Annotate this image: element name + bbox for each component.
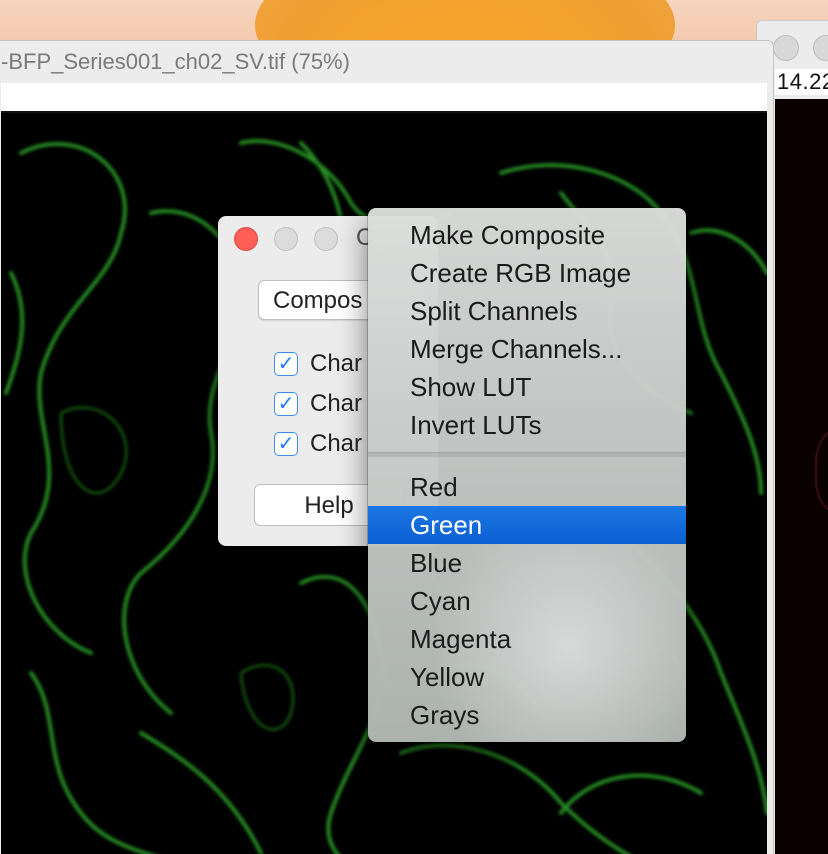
- menu-separator: [368, 452, 686, 457]
- menu-item-lut-red[interactable]: Red: [368, 468, 686, 506]
- window-close-icon[interactable]: [773, 35, 799, 61]
- minimize-traffic-light-icon[interactable]: [274, 227, 298, 251]
- image-info-text: 14.22: [775, 69, 828, 95]
- channel-1-label: Char: [310, 350, 363, 377]
- menu-item-lut-cyan[interactable]: Cyan: [368, 582, 686, 620]
- menu-item-lut-green[interactable]: Green: [368, 506, 686, 544]
- menu-item-lut-yellow[interactable]: Yellow: [368, 658, 686, 696]
- check-icon[interactable]: ✓: [274, 432, 298, 456]
- more-popup-menu[interactable]: Make Composite Create RGB Image Split Ch…: [368, 208, 686, 742]
- image-info-strip: [1, 83, 767, 113]
- menu-item-lut-blue[interactable]: Blue: [368, 544, 686, 582]
- close-traffic-light-icon[interactable]: [234, 227, 258, 251]
- check-icon[interactable]: ✓: [274, 352, 298, 376]
- channel-2-label: Char: [310, 390, 363, 417]
- zoom-traffic-light-icon[interactable]: [314, 227, 338, 251]
- channel-3-label: Char: [310, 430, 363, 457]
- menu-item-show-lut[interactable]: Show LUT: [368, 368, 686, 406]
- window-minimize-icon[interactable]: [813, 35, 828, 61]
- menu-item-lut-grays[interactable]: Grays: [368, 696, 686, 734]
- secondary-image-canvas[interactable]: [775, 99, 828, 854]
- menu-item-make-composite[interactable]: Make Composite: [368, 216, 686, 254]
- menu-item-invert-luts[interactable]: Invert LUTs: [368, 406, 686, 444]
- window-title: -BFP_Series001_ch02_SV.tif (75%): [1, 49, 350, 74]
- red-signal-trace: [815, 429, 828, 513]
- menu-item-merge-channels[interactable]: Merge Channels...: [368, 330, 686, 368]
- menu-item-create-rgb-image[interactable]: Create RGB Image: [368, 254, 686, 292]
- check-icon[interactable]: ✓: [274, 392, 298, 416]
- menu-item-lut-magenta[interactable]: Magenta: [368, 620, 686, 658]
- menu-item-split-channels[interactable]: Split Channels: [368, 292, 686, 330]
